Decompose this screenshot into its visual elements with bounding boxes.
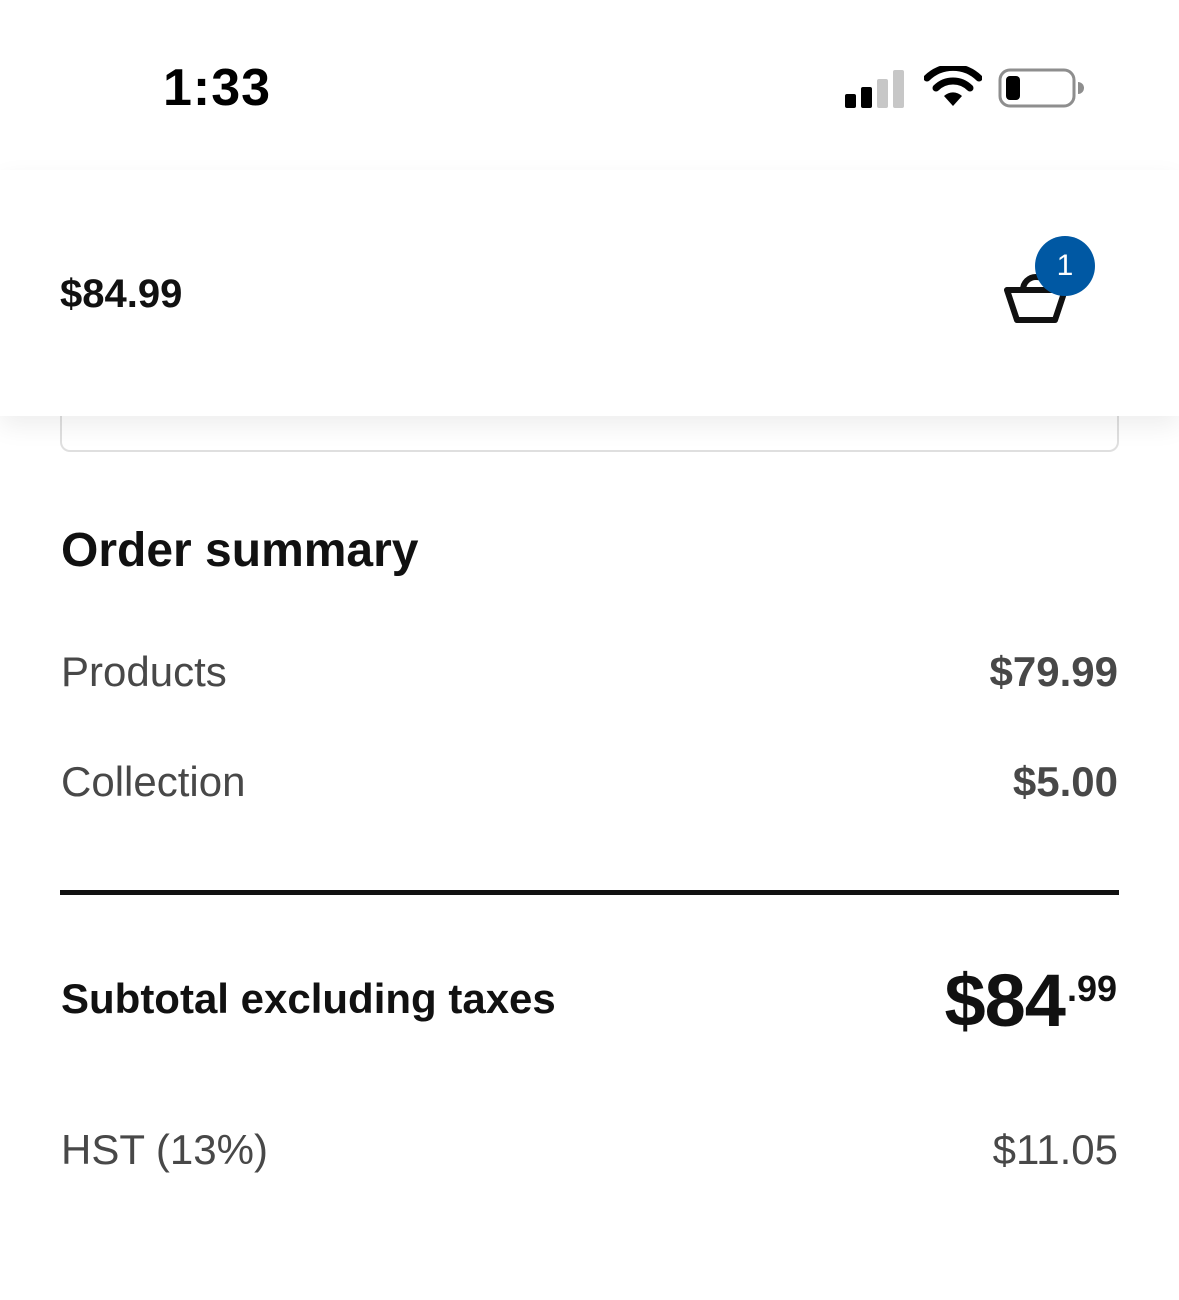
- summary-row-hst: HST (13%) $11.05: [61, 1126, 1118, 1174]
- sticky-header: $84.99 1: [0, 170, 1179, 416]
- collection-label: Collection: [61, 758, 246, 805]
- products-value: $79.99: [989, 648, 1118, 695]
- checkout-screen: 1:33 $84.99 1 Order summary Products $79…: [0, 0, 1179, 1300]
- hst-value: $11.05: [992, 1126, 1118, 1173]
- status-bar: 1:33: [0, 0, 1179, 170]
- subtotal-price-main: $84: [944, 959, 1065, 1042]
- subtotal-price: $84.99: [944, 964, 1117, 1038]
- hst-label: HST (13%): [61, 1126, 268, 1173]
- cellular-signal-icon: [845, 70, 904, 108]
- summary-row-products: Products $79.99: [61, 648, 1118, 696]
- order-summary-title: Order summary: [61, 524, 419, 577]
- battery-icon: [998, 68, 1084, 108]
- wifi-icon: [924, 66, 982, 106]
- summary-row-collection: Collection $5.00: [61, 758, 1118, 806]
- subtotal-price-cents: .99: [1066, 968, 1117, 1009]
- cart-count-badge: 1: [1035, 236, 1095, 296]
- collection-value: $5.00: [1012, 758, 1118, 805]
- header-total-price: $84.99: [60, 272, 183, 316]
- subtotal-label: Subtotal excluding taxes: [61, 975, 556, 1022]
- summary-divider: [60, 890, 1119, 895]
- cart-button[interactable]: 1: [995, 236, 1105, 336]
- products-label: Products: [61, 648, 227, 695]
- status-time: 1:33: [163, 59, 272, 117]
